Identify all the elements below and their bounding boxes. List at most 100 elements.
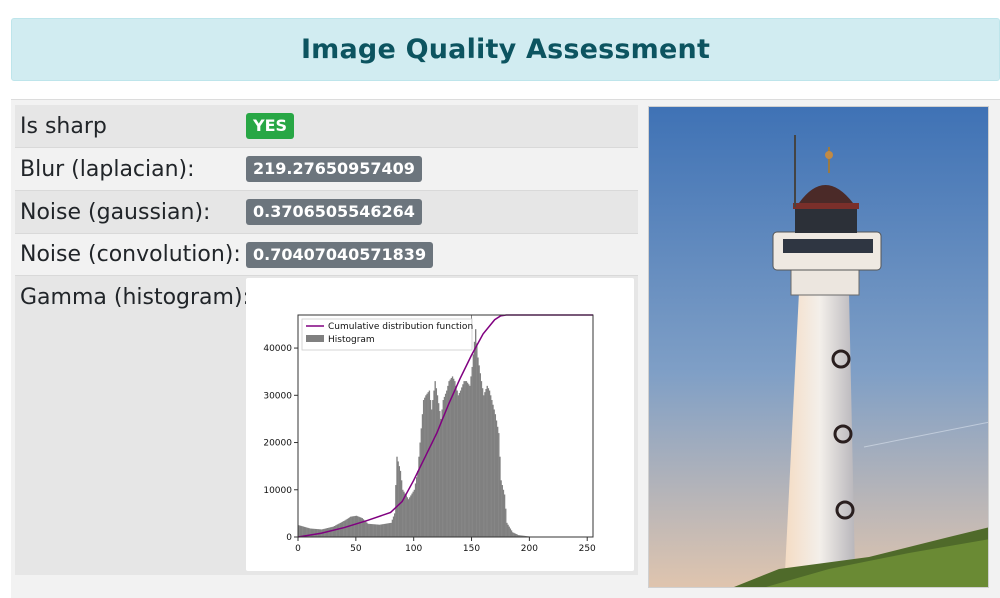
histogram-bar — [311, 528, 314, 537]
histogram-bar — [508, 526, 510, 537]
histogram-bar — [464, 381, 466, 537]
histogram-bar — [355, 515, 358, 537]
x-tick-label: 0 — [295, 544, 301, 554]
histogram-bar — [405, 495, 407, 537]
histogram-bar — [431, 409, 433, 537]
histogram-bar — [471, 366, 473, 537]
is-sharp-badge: YES — [246, 113, 295, 139]
histogram-bar — [419, 442, 421, 537]
histogram-bar — [514, 533, 516, 537]
row-is-sharp: Is sharp YES — [15, 105, 638, 148]
histogram-bar — [501, 485, 503, 537]
histogram-bar — [495, 420, 498, 537]
histogram-bar — [429, 400, 432, 537]
histogram-bar — [406, 497, 409, 537]
histogram-bar — [507, 524, 509, 537]
histogram-bar — [381, 524, 383, 537]
histogram-bar — [428, 390, 431, 537]
page-title: Image Quality Assessment — [300, 34, 711, 65]
histogram-bar — [485, 389, 487, 537]
histogram-bar — [348, 517, 351, 537]
histogram-bar — [347, 518, 350, 537]
histogram-bar — [424, 397, 426, 537]
histogram-bar — [459, 390, 462, 537]
histogram-bar — [344, 520, 346, 537]
histogram-bar — [510, 530, 513, 537]
histogram-bar — [350, 516, 352, 537]
histogram-bar — [446, 390, 448, 537]
histogram-bar — [450, 377, 453, 537]
histogram-bar — [374, 524, 376, 537]
histogram-bar — [409, 497, 411, 537]
histogram-bar — [363, 520, 366, 537]
histogram-bar — [488, 390, 491, 537]
histogram-bar — [454, 381, 456, 537]
histogram-bar — [479, 373, 481, 537]
x-tick-label: 150 — [463, 544, 480, 554]
histogram-bar — [333, 525, 336, 537]
histogram-bar — [466, 382, 469, 537]
page-header: Image Quality Assessment — [11, 18, 1000, 81]
histogram-bar — [476, 343, 478, 537]
histogram-bar — [503, 494, 506, 537]
histogram-bar — [394, 513, 396, 537]
histogram-bar — [470, 376, 472, 537]
histogram-bar — [343, 521, 345, 537]
histogram-bar — [368, 523, 370, 537]
noise-convolution-badge: 0.70407040571839 — [246, 241, 434, 268]
legend-histogram-swatch — [306, 335, 324, 342]
histogram-bar — [390, 522, 392, 537]
histogram-bar — [509, 528, 512, 537]
row-noise-gaussian: Noise (gaussian): 0.3706505546264 — [15, 191, 638, 234]
histogram-bar — [357, 516, 359, 537]
lighthouse-photo — [648, 106, 989, 588]
is-sharp-label: Is sharp — [20, 113, 107, 139]
histogram-bar — [472, 354, 475, 537]
chart-legend: Cumulative distribution function Histogr… — [301, 318, 473, 351]
histogram-bar — [391, 519, 394, 537]
histogram-bar — [426, 393, 428, 537]
histogram-bar — [341, 521, 344, 537]
histogram-bar — [513, 532, 515, 537]
histogram-bar — [400, 480, 403, 537]
noise-gaussian-label: Noise (gaussian): — [20, 199, 211, 225]
row-gamma: Gamma (histogram): 0 50 100 150 200 250 0 10000… — [15, 276, 638, 575]
histogram-bar — [500, 480, 502, 537]
histogram-bar — [366, 522, 368, 537]
histogram-bar — [301, 526, 303, 537]
histogram-bar — [439, 411, 441, 537]
histogram-bar — [310, 528, 313, 537]
x-tick-label: 100 — [405, 544, 422, 554]
histogram-bar — [388, 523, 390, 537]
histogram-bar — [481, 388, 484, 537]
histogram-bar — [382, 524, 384, 537]
histogram-bar — [332, 526, 335, 537]
histogram-bar — [457, 395, 459, 537]
histogram-bar — [425, 395, 427, 537]
histogram-bar — [328, 527, 330, 537]
histogram-bar — [396, 456, 398, 537]
histogram-bar — [440, 418, 442, 537]
histogram-bar — [376, 524, 379, 537]
histogram-bar — [473, 341, 476, 537]
histogram-bar — [383, 523, 385, 537]
histogram-bar — [402, 489, 404, 537]
histogram-bar — [384, 523, 387, 537]
histogram-bar — [369, 523, 372, 537]
x-tick-label: 50 — [350, 544, 362, 554]
histogram-bar — [412, 491, 414, 537]
histogram-bar — [313, 528, 315, 537]
histogram-bar — [427, 392, 429, 537]
histogram-bar — [378, 524, 381, 537]
histogram-bar — [416, 477, 418, 537]
blur-value-badge: 219.27650957409 — [246, 156, 422, 182]
legend-histogram-label: Histogram — [328, 335, 375, 345]
histogram-bar — [455, 385, 457, 537]
histogram-bar — [373, 524, 375, 537]
histogram-bar — [375, 524, 377, 537]
histogram-bar — [359, 517, 361, 537]
histogram-bar — [490, 395, 492, 537]
histogram-bar — [380, 524, 382, 537]
histogram-bar — [377, 524, 380, 537]
histogram-bar — [335, 525, 337, 537]
